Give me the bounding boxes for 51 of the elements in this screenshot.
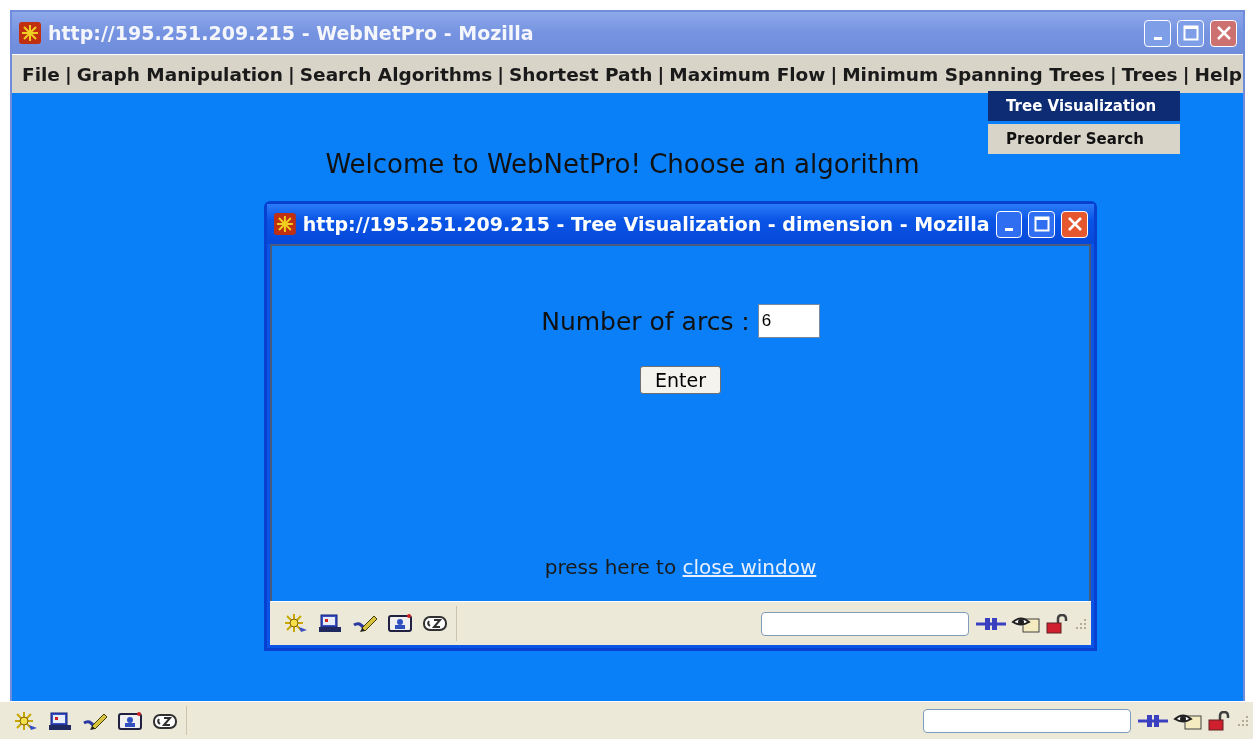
maximize-button[interactable]: [1177, 19, 1204, 47]
welcome-heading: Welcome to WebNetPro! Choose an algorithm: [324, 149, 921, 179]
menu-separator: |: [287, 63, 296, 85]
minimize-icon: [1153, 36, 1162, 40]
resize-grip[interactable]: [1237, 714, 1249, 727]
address-card-icon[interactable]: [117, 710, 143, 731]
padlock-icon[interactable]: [1207, 710, 1231, 731]
enter-button[interactable]: Enter: [640, 366, 721, 394]
window-title: http://195.251.209.215 - WebNetPro - Mozilla: [48, 22, 535, 44]
field-label: Number of arcs :: [541, 306, 750, 336]
minimize-icon: [1005, 227, 1013, 231]
menu-separator: |: [656, 63, 666, 85]
menu-separator: |: [63, 63, 73, 85]
window-title: http://195.251.209.215 - Tree Visualization - dimension - Mozilla: [302, 213, 990, 235]
status-field[interactable]: [923, 708, 1131, 733]
dropdown-item[interactable]: Tree Visualization: [988, 91, 1180, 121]
close-icon: [1066, 216, 1083, 232]
starburst-icon[interactable]: [12, 710, 38, 731]
app-icon: [273, 212, 297, 236]
menu-item[interactable]: Search Algorithms: [299, 63, 493, 85]
menu-item[interactable]: Graph Manipulation: [76, 63, 283, 85]
maximize-button[interactable]: [1028, 210, 1056, 238]
app-icon: [18, 21, 42, 45]
menu-separator: |: [496, 63, 505, 85]
menu-item[interactable]: Shortest Path: [508, 63, 653, 85]
menu-item[interactable]: Maximum Flow: [669, 63, 826, 85]
maximize-icon: [1033, 216, 1050, 232]
maximize-icon: [1182, 25, 1199, 41]
menu-item[interactable]: Minimum Spanning Trees: [842, 63, 1106, 85]
close-prompt: press here to close window: [544, 555, 817, 579]
resize-grip[interactable]: [1075, 617, 1087, 630]
menu-separator: |: [1181, 63, 1191, 85]
computer-icon[interactable]: [317, 613, 343, 634]
computer-icon[interactable]: [47, 710, 73, 731]
padlock-icon[interactable]: [1045, 613, 1069, 634]
chat-icon[interactable]: [422, 613, 448, 634]
menu-item[interactable]: Help: [1194, 63, 1243, 85]
close-button[interactable]: [1061, 210, 1088, 238]
menu-item[interactable]: File: [22, 63, 60, 85]
menu-item[interactable]: Trees: [1121, 63, 1178, 85]
menu-separator: |: [1109, 63, 1118, 85]
status-field[interactable]: [761, 611, 969, 636]
dropdown-item[interactable]: Preorder Search: [988, 124, 1180, 154]
menu-separator: |: [829, 63, 839, 85]
pen-icon[interactable]: [352, 613, 378, 634]
address-card-icon[interactable]: [387, 613, 413, 634]
arcs-input[interactable]: 6: [757, 304, 820, 338]
close-button[interactable]: [1210, 19, 1237, 47]
close-icon: [1215, 25, 1232, 41]
starburst-icon[interactable]: [282, 613, 308, 634]
minimize-button[interactable]: [995, 210, 1023, 238]
